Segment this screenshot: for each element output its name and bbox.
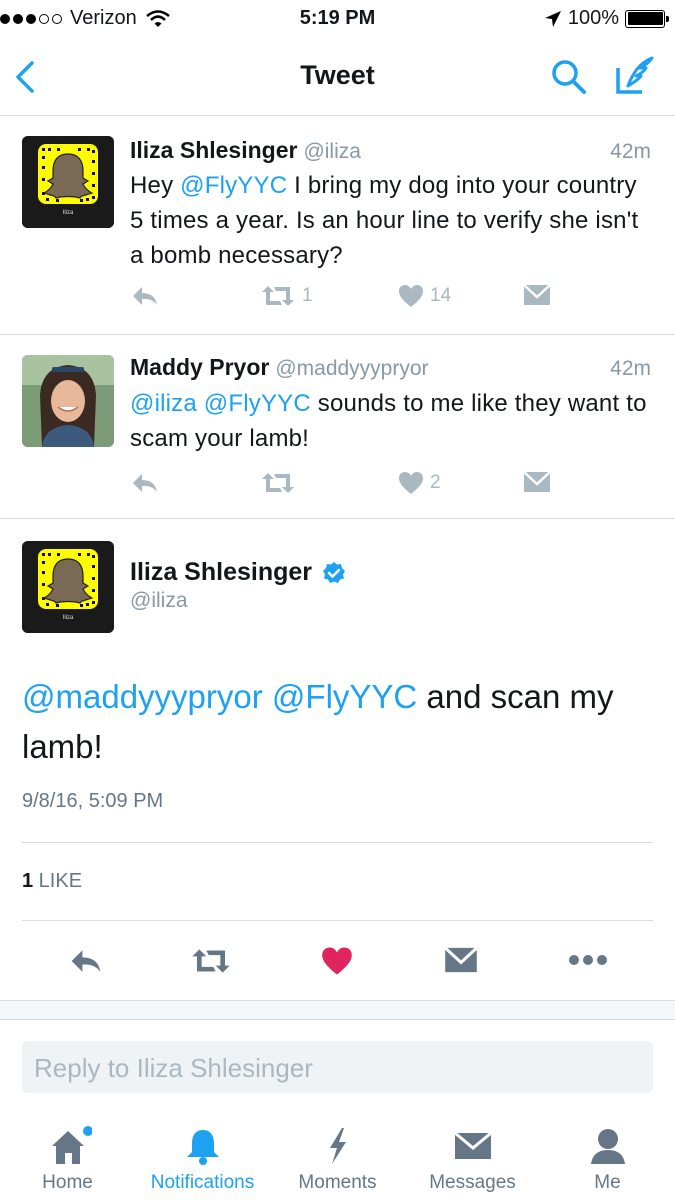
tweet-text: Hey @FlyYYC I bring my dog into your cou… <box>130 168 650 273</box>
verified-badge-icon <box>323 561 346 583</box>
retweet-icon <box>262 286 294 306</box>
like-label: LIKE <box>33 870 83 892</box>
tweet-header: Maddy Pryor @maddyyypryor <box>130 354 429 381</box>
like-button[interactable]: 14 <box>398 284 451 308</box>
tab-label: Moments <box>298 1172 377 1193</box>
tab-label: Me <box>594 1172 621 1193</box>
avatar-label: Iliza <box>63 210 74 216</box>
mention-link[interactable]: @iliza <box>130 390 197 417</box>
tab-notifications[interactable]: Notifications <box>135 1110 270 1200</box>
snapcode-ghost-icon: Iliza <box>22 541 114 633</box>
tweet-actions: 2 <box>130 471 570 503</box>
tweet-item[interactable]: Iliza Iliza Shlesinger @iliza 42m Hey @Fl… <box>0 116 675 335</box>
tweet-text: @maddyyypryor @FlyYYC and scan my lamb! <box>22 672 662 772</box>
direct-message-button[interactable] <box>523 471 551 493</box>
direct-message-button[interactable] <box>523 284 551 306</box>
tweet-header: Iliza Shlesinger @iliza <box>130 137 361 164</box>
mention-link[interactable]: @FlyYYC <box>204 390 311 417</box>
text-segment <box>197 390 204 417</box>
person-icon <box>591 1129 625 1164</box>
tab-moments[interactable]: Moments <box>270 1110 405 1200</box>
author-name-text: Iliza Shlesinger <box>130 558 313 586</box>
bell-icon <box>187 1130 219 1165</box>
focused-tweet-actions <box>0 940 675 984</box>
battery-percent: 100% <box>567 7 619 29</box>
tab-messages[interactable]: Messages <box>405 1110 540 1200</box>
envelope-icon[interactable] <box>444 946 478 974</box>
mention-link[interactable]: @maddyyypryor <box>22 678 263 715</box>
status-bar: Verizon 5:19 PM 100% <box>0 0 675 40</box>
tab-home[interactable]: Home <box>0 1110 135 1200</box>
author-handle[interactable]: @iliza <box>303 140 361 163</box>
reply-icon <box>133 474 157 492</box>
retweet-count: 1 <box>302 285 313 306</box>
reply-button[interactable] <box>130 471 160 495</box>
lightning-icon <box>330 1128 346 1164</box>
text-segment: Hey <box>130 172 181 199</box>
avatar-label: Iliza <box>63 615 74 621</box>
location-arrow-icon <box>544 10 561 27</box>
like-total: 1 <box>22 870 34 892</box>
tweet-text: @iliza @FlyYYC sounds to me like they wa… <box>130 386 650 456</box>
reply-icon[interactable] <box>68 946 104 976</box>
author-name[interactable]: Iliza Shlesinger <box>130 137 297 163</box>
section-gap <box>0 1000 675 1020</box>
tweet-item[interactable]: Maddy Pryor @maddyyypryor 42m @iliza @Fly… <box>0 335 675 519</box>
retweet-button[interactable]: 1 <box>260 284 313 308</box>
retweet-icon <box>262 473 294 493</box>
tab-label: Notifications <box>150 1172 255 1193</box>
heart-icon <box>399 285 423 307</box>
tweet-time: 42m <box>610 357 651 380</box>
tab-label: Messages <box>429 1172 516 1193</box>
nav-bar: Tweet <box>0 40 675 116</box>
envelope-icon <box>454 1131 492 1159</box>
retweet-icon[interactable] <box>190 946 232 976</box>
avatar[interactable]: Iliza <box>22 541 114 633</box>
tab-bar: Home Notifications Moments Messages Me <box>0 1110 675 1200</box>
divider <box>22 920 653 921</box>
envelope-icon <box>523 471 551 492</box>
heart-icon-liked[interactable] <box>321 946 353 976</box>
reply-icon <box>133 287 157 305</box>
author-handle[interactable]: @maddyyypryor <box>275 357 428 380</box>
like-button[interactable]: 2 <box>398 471 441 495</box>
snapcode-ghost-icon: Iliza <box>22 136 114 228</box>
author-name[interactable]: Iliza Shlesinger <box>130 558 346 587</box>
author-handle[interactable]: @iliza <box>130 589 188 613</box>
heart-icon <box>399 472 423 494</box>
likes-summary[interactable]: 1 LIKE <box>22 870 82 893</box>
tab-me[interactable]: Me <box>540 1110 675 1200</box>
like-count: 14 <box>430 285 452 306</box>
retweet-button[interactable] <box>260 471 302 495</box>
compose-tweet-icon[interactable] <box>614 56 656 96</box>
divider <box>22 842 653 843</box>
search-icon[interactable] <box>550 58 588 96</box>
mention-link[interactable]: @FlyYYC <box>180 172 287 199</box>
author-name[interactable]: Maddy Pryor <box>130 354 269 380</box>
reply-input[interactable]: Reply to Iliza Shlesinger <box>22 1041 653 1093</box>
like-count: 2 <box>430 472 441 493</box>
battery-icon <box>625 9 669 28</box>
tab-label: Home <box>42 1172 93 1193</box>
user-photo-icon <box>22 355 114 447</box>
text-segment <box>263 678 272 715</box>
tweet-date: 9/8/16, 5:09 PM <box>22 790 164 812</box>
tweet-actions: 1 14 <box>130 284 570 316</box>
more-options-icon[interactable] <box>568 952 608 968</box>
envelope-icon <box>523 284 551 305</box>
tweet-time: 42m <box>610 140 651 163</box>
avatar[interactable]: Iliza <box>22 136 114 228</box>
home-icon <box>52 1126 92 1164</box>
reply-button[interactable] <box>130 284 160 308</box>
avatar[interactable] <box>22 355 114 447</box>
mention-link[interactable]: @FlyYYC <box>272 678 417 715</box>
